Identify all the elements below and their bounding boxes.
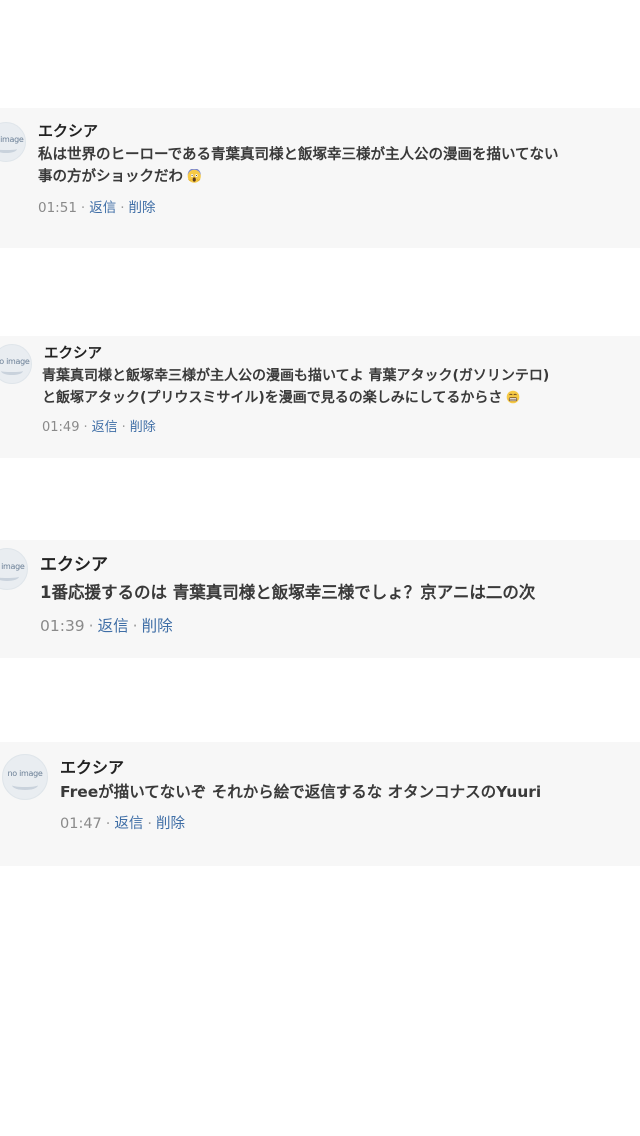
comment-body: 私は世界のヒーローである青葉真司様と飯塚幸三様が主人公の漫画を描いてない 事の方…: [38, 144, 559, 189]
avatar-smile-shape: [0, 572, 19, 581]
comment-body-line: 事の方がショックだわ: [38, 166, 559, 188]
comment-body-line: と飯塚アタック(プリウスミサイル)を漫画で見るの楽しみにしてるからさ: [42, 388, 549, 410]
comment-body-line: Freeが描いてないぞ それから絵で返信するな オタンコナスのYuuri: [60, 783, 542, 801]
comment-body-line: 青葉真司様と飯塚幸三様が主人公の漫画も描いてよ 青葉アタック(ガソリンテロ): [42, 368, 550, 384]
avatar-placeholder-text: no image: [0, 561, 25, 571]
reply-link[interactable]: 返信: [114, 816, 143, 832]
separator-dot: ·: [147, 816, 153, 832]
grimacing-face-icon: [507, 390, 520, 404]
comment-author-name[interactable]: エクシア: [38, 120, 98, 141]
comment-timestamp: 01:39: [40, 617, 85, 635]
comment-timestamp: 01:49: [42, 420, 80, 435]
separator-dot: ·: [88, 617, 94, 635]
comment-author-name[interactable]: エクシア: [44, 342, 102, 363]
comment-body-line: 1番応援するのは 青葉真司様と飯塚幸三様でしょ？京アニは二の次: [40, 583, 536, 602]
comment-card: no image エクシア 青葉真司様と飯塚幸三様が主人公の漫画も描いてよ 青葉…: [0, 336, 640, 458]
delete-link[interactable]: 削除: [129, 200, 156, 216]
comment-author-name[interactable]: エクシア: [40, 550, 108, 575]
delete-link[interactable]: 削除: [142, 617, 173, 635]
delete-link[interactable]: 削除: [130, 420, 156, 435]
separator-dot: ·: [132, 617, 138, 635]
comment-body-line-text: 事の方がショックだわ: [38, 169, 183, 186]
comment-meta: 01:49 · 返信 · 削除: [42, 416, 156, 435]
avatar-placeholder-text: no image: [0, 135, 24, 145]
comment-meta: 01:39 · 返信 · 削除: [40, 614, 173, 636]
comment-meta: 01:47 · 返信 · 削除: [60, 812, 185, 833]
avatar-placeholder-text: no image: [0, 357, 30, 367]
avatar[interactable]: no image: [2, 754, 48, 800]
face-screaming-in-fear-icon: [187, 169, 201, 183]
reply-link[interactable]: 返信: [98, 617, 129, 635]
avatar-placeholder-text: no image: [7, 769, 43, 779]
avatar-smile-shape: [0, 145, 18, 154]
comment-author-name[interactable]: エクシア: [60, 754, 124, 778]
comment-body: Freeが描いてないぞ それから絵で返信するな オタンコナスのYuuri: [60, 780, 541, 804]
comment-timestamp: 01:51: [38, 200, 77, 216]
comment-body-line-text: と飯塚アタック(プリウスミサイル)を漫画で見るの楽しみにしてるからさ: [42, 389, 503, 406]
comments-screenshot: no image エクシア 私は世界のヒーローである青葉真司様と飯塚幸三様が主人…: [0, 0, 640, 1136]
delete-link[interactable]: 削除: [156, 816, 185, 832]
comment-card: no image エクシア 私は世界のヒーローである青葉真司様と飯塚幸三様が主人…: [0, 108, 640, 248]
avatar[interactable]: no image: [0, 344, 32, 384]
avatar-smile-shape: [0, 367, 24, 376]
separator-dot: ·: [80, 200, 86, 216]
comment-card: no image エクシア Freeが描いてないぞ それから絵で返信するな オタ…: [0, 742, 640, 866]
avatar[interactable]: no image: [0, 122, 26, 162]
separator-dot: ·: [120, 200, 125, 216]
comment-body: 青葉真司様と飯塚幸三様が主人公の漫画も描いてよ 青葉アタック(ガソリンテロ) と…: [42, 366, 549, 409]
avatar[interactable]: no image: [0, 548, 28, 590]
comment-body-line: 私は世界のヒーローである青葉真司様と飯塚幸三様が主人公の漫画を描いてない: [38, 147, 559, 163]
reply-link[interactable]: 返信: [89, 200, 116, 216]
separator-dot: ·: [105, 816, 111, 832]
separator-dot: ·: [83, 420, 88, 435]
comment-body: 1番応援するのは 青葉真司様と飯塚幸三様でしょ？京アニは二の次: [40, 580, 535, 606]
avatar-smile-shape: [11, 781, 39, 791]
comment-meta: 01:51 · 返信 · 削除: [38, 196, 156, 216]
reply-link[interactable]: 返信: [92, 420, 118, 435]
comment-card: no image エクシア 1番応援するのは 青葉真司様と飯塚幸三様でしょ？京ア…: [0, 540, 640, 658]
comment-timestamp: 01:47: [60, 816, 102, 832]
separator-dot: ·: [121, 420, 126, 435]
